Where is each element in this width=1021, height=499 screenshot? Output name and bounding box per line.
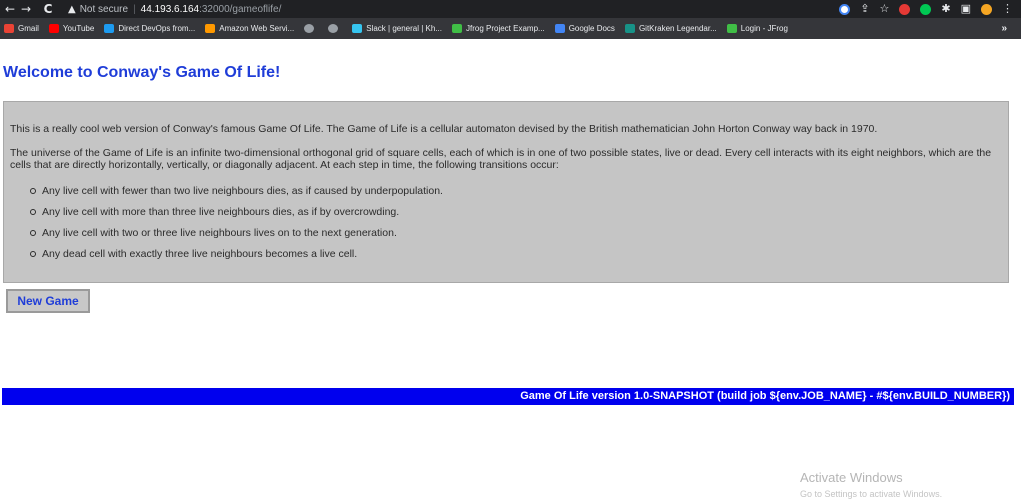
bookmark-item[interactable] [304, 24, 318, 33]
profile-avatar-icon[interactable] [981, 3, 992, 15]
forward-arrow-icon[interactable]: → [18, 0, 34, 18]
description-paragraph: The universe of the Game of Life is an i… [10, 147, 992, 171]
bookmark-item[interactable]: Slack | general | Kh... [352, 24, 442, 33]
back-arrow-icon[interactable]: ← [2, 0, 18, 18]
bookmarks-bar: Gmail YouTube Direct DevOps from... Amazon … [0, 18, 1021, 39]
bookmark-item[interactable] [328, 24, 342, 33]
new-game-button[interactable]: New Game [6, 289, 90, 313]
jfrog-login-icon [726, 24, 737, 33]
security-label: Not secure [79, 3, 129, 15]
url-separator: | [133, 3, 136, 15]
bookmark-label: Login - JFrog [740, 24, 788, 33]
rule-item: Any live cell with two or three live nei… [30, 227, 1002, 239]
version-footer: Game Of Life version 1.0-SNAPSHOT (build… [2, 388, 1014, 405]
bookmark-item[interactable]: Google Docs [554, 24, 615, 33]
toolbar-right: ⇪ ☆ ✱ ▣ ⋮ [839, 0, 1021, 18]
bookmark-item[interactable]: Login - JFrog [726, 24, 788, 33]
bookmark-label: Google Docs [568, 24, 615, 33]
youtube-icon [48, 24, 59, 33]
extension-green-icon[interactable] [920, 3, 932, 15]
slack-icon [352, 24, 363, 33]
bookmark-item[interactable]: Amazon Web Servi... [205, 24, 294, 33]
activate-windows-title: Activate Windows [800, 470, 903, 485]
warning-icon: ▲ [68, 3, 76, 15]
bookmark-label: Direct DevOps from... [118, 24, 196, 33]
intro-panel: This is a really cool web version of Con… [3, 101, 1009, 283]
bookmark-label: Amazon Web Servi... [219, 24, 295, 33]
google-lens-icon[interactable] [839, 3, 851, 15]
bookmark-label: YouTube [62, 24, 95, 33]
page-title: Welcome to Conway's Game Of Life! [3, 64, 281, 81]
rule-item: Any live cell with fewer than two live n… [30, 185, 1002, 197]
jfrog-icon [451, 24, 462, 33]
devops-icon [104, 24, 115, 33]
extension-red-icon[interactable] [899, 3, 911, 15]
bookmark-item[interactable]: Jfrog Project Examp... [451, 24, 545, 33]
menu-dots-icon[interactable]: ⋮ [1002, 0, 1013, 18]
bookmark-label: Slack | general | Kh... [366, 24, 442, 33]
aws-icon [205, 24, 216, 33]
bookmark-item[interactable]: YouTube [48, 24, 95, 33]
sidebar-icon[interactable]: ▣ [961, 0, 971, 18]
gitkraken-icon [624, 24, 635, 33]
bookmarks-more-icon[interactable]: » [1001, 18, 1007, 39]
rule-item: Any live cell with more than three live … [30, 206, 1002, 218]
rules-list: Any live cell with fewer than two live n… [30, 185, 1002, 260]
address-bar[interactable]: ▲ Not secure | 44.193.6.164 :32000/gameo… [68, 0, 281, 18]
bookmark-label: GitKraken Legendar... [638, 24, 717, 33]
browser-toolbar: ← → C ▲ Not secure | 44.193.6.164 :32000… [0, 0, 1021, 18]
google-docs-icon [554, 24, 565, 33]
bookmark-label: Jfrog Project Examp... [465, 24, 545, 33]
share-icon[interactable]: ⇪ [860, 0, 869, 18]
url-path: :32000/gameoflife/ [199, 3, 282, 15]
puzzle-icon[interactable]: ✱ [941, 0, 950, 18]
intro-paragraph: This is a really cool web version of Con… [10, 123, 878, 135]
star-icon[interactable]: ☆ [880, 0, 890, 18]
reload-icon[interactable]: C [40, 0, 56, 18]
activate-windows-subtitle: Go to Settings to activate Windows. [800, 489, 943, 499]
globe-icon [328, 24, 339, 33]
bookmark-item[interactable]: Gmail [4, 24, 39, 33]
url-host: 44.193.6.164 [140, 3, 200, 15]
bookmark-item[interactable]: Direct DevOps from... [104, 24, 195, 33]
globe-icon [304, 24, 315, 33]
rule-item: Any dead cell with exactly three live ne… [30, 248, 1002, 260]
bookmark-label: Gmail [18, 24, 39, 33]
gmail-icon [4, 24, 14, 33]
bookmark-item[interactable]: GitKraken Legendar... [624, 24, 717, 33]
